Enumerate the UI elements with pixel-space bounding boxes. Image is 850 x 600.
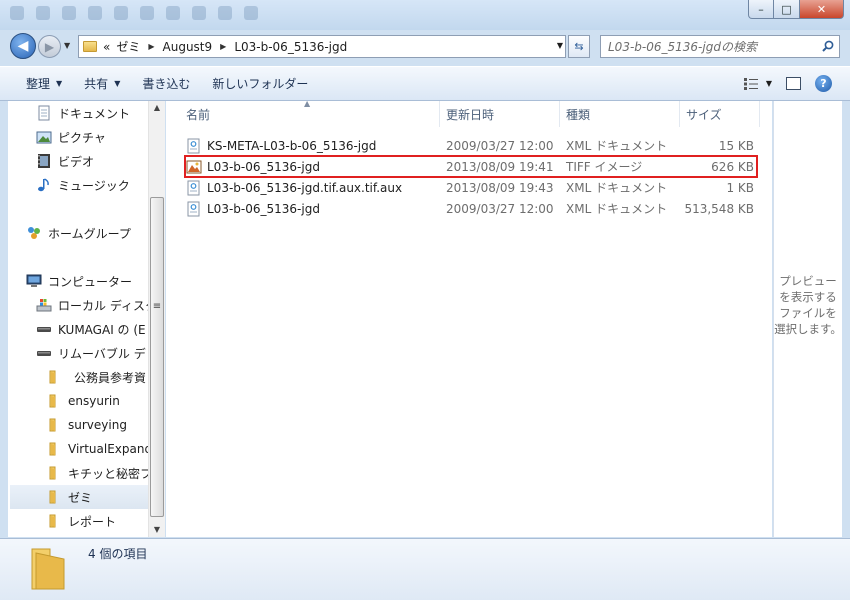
- address-bar[interactable]: « ゼミ ▶ August9 ▶ L03-b-06_5136-jgd ▼: [78, 35, 566, 58]
- organize-button[interactable]: 整理 ▼: [14, 66, 72, 101]
- folder-icon: [49, 370, 56, 384]
- navigation-pane: ドキュメント ピクチャ ビデオ ミュージック ホームグループ コンピューター ロ…: [8, 101, 165, 537]
- close-button[interactable]: ✕: [800, 0, 844, 19]
- xml-file-icon: [187, 138, 200, 153]
- chevron-down-icon: ▼: [114, 79, 121, 88]
- search-icon[interactable]: [822, 40, 834, 52]
- sidebar-item-removable-drive[interactable]: リムーバブル デ: [36, 341, 164, 365]
- drive-icon: [37, 351, 51, 356]
- breadcrumb-overflow[interactable]: «: [103, 40, 110, 54]
- help-icon[interactable]: ?: [815, 75, 832, 92]
- breadcrumb-item[interactable]: L03-b-06_5136-jgd: [234, 40, 347, 54]
- folder-icon: [49, 490, 56, 504]
- xml-file-icon: [187, 201, 200, 216]
- chevron-right-icon[interactable]: ▶: [148, 42, 154, 51]
- video-icon: [38, 154, 50, 168]
- breadcrumb-item[interactable]: August9 ▶: [163, 40, 235, 54]
- folder-icon: [49, 394, 56, 408]
- back-arrow-icon: ◀: [17, 38, 29, 54]
- chevron-down-icon[interactable]: ▼: [557, 41, 563, 50]
- history-dropdown-icon[interactable]: ▼: [64, 41, 70, 50]
- file-row[interactable]: L03-b-06_5136-jgd 2009/03/27 12:00 XML ド…: [182, 198, 756, 219]
- navigation-scrollbar[interactable]: ▲ ≡ ▼: [148, 101, 165, 537]
- change-view-button[interactable]: ▼: [743, 77, 772, 90]
- column-header-date[interactable]: 更新日時: [440, 101, 560, 127]
- maximize-button[interactable]: □: [774, 0, 800, 19]
- pictures-icon: [36, 131, 52, 144]
- sidebar-item-documents[interactable]: ドキュメント: [36, 101, 164, 125]
- window-controls: – □ ✕: [748, 0, 844, 19]
- drive-icon: [37, 327, 51, 332]
- share-button[interactable]: 共有 ▼: [72, 66, 130, 101]
- chevron-down-icon: ▼: [56, 79, 63, 88]
- folder-icon: [49, 418, 56, 432]
- folder-icon: [83, 41, 97, 52]
- burn-button[interactable]: 書き込む: [130, 66, 200, 101]
- folder-icon: [31, 548, 65, 590]
- document-icon: [38, 105, 50, 121]
- forward-button[interactable]: ▶: [38, 35, 61, 58]
- chevron-right-icon[interactable]: ▶: [220, 42, 226, 51]
- homegroup-icon: [28, 227, 40, 239]
- refresh-button[interactable]: ⇆: [568, 35, 590, 58]
- column-header-type[interactable]: 種類: [560, 101, 680, 127]
- forward-arrow-icon: ▶: [44, 39, 55, 54]
- back-button[interactable]: ◀: [10, 33, 36, 59]
- folder-icon: [49, 514, 56, 528]
- details-pane: 4 個の項目: [0, 538, 850, 600]
- new-folder-button[interactable]: 新しいフォルダー: [200, 66, 318, 101]
- sidebar-item-homegroup[interactable]: ホームグループ: [26, 221, 164, 245]
- scroll-up-icon[interactable]: ▲: [149, 103, 165, 112]
- sidebar-item-local-disk[interactable]: ローカル ディスク: [36, 293, 164, 317]
- folder-icon: [49, 442, 56, 456]
- scrollbar-thumb[interactable]: [150, 197, 164, 517]
- refresh-icon: ⇆: [574, 40, 584, 53]
- title-bar: – □ ✕: [0, 0, 850, 30]
- music-icon: [38, 178, 49, 192]
- blurred-toolbar-icons: [10, 6, 258, 20]
- file-row[interactable]: L03-b-06_5136-jgd 2013/08/09 19:41 TIFF …: [182, 156, 756, 177]
- local-disk-icon: [36, 299, 52, 312]
- sidebar-item-computer[interactable]: コンピューター: [26, 269, 164, 293]
- sidebar-item-music[interactable]: ミュージック: [36, 173, 164, 197]
- scroll-grip-icon: ≡: [152, 301, 162, 312]
- chevron-down-icon: ▼: [765, 79, 772, 88]
- folder-icon: [49, 466, 56, 480]
- sidebar-item-pictures[interactable]: ピクチャ: [36, 125, 164, 149]
- minimize-button[interactable]: –: [748, 0, 774, 19]
- file-list: ▲ 名前 更新日時 種類 サイズ KS-META-L03-b-06_5136-j…: [166, 99, 772, 537]
- scroll-down-icon[interactable]: ▼: [149, 525, 165, 534]
- sidebar-item-zemi[interactable]: ゼミ: [10, 485, 150, 509]
- search-input[interactable]: L03-b-06_5136-jgdの検索: [600, 35, 840, 58]
- xml-file-icon: [187, 180, 200, 195]
- tiff-file-icon: [186, 160, 202, 173]
- item-count: 4 個の項目: [88, 547, 148, 561]
- breadcrumb-item[interactable]: ゼミ ▶: [116, 38, 162, 55]
- command-bar: 整理 ▼ 共有 ▼ 書き込む 新しいフォルダー ▼ ?: [0, 66, 850, 101]
- search-placeholder: L03-b-06_5136-jgdの検索: [608, 40, 757, 54]
- column-header-name[interactable]: 名前: [180, 101, 440, 127]
- view-controls: ▼ ?: [743, 75, 832, 92]
- view-icon: [743, 77, 758, 90]
- sidebar-item-videos[interactable]: ビデオ: [36, 149, 164, 173]
- file-row[interactable]: L03-b-06_5136-jgd.tif.aux.tif.aux 2013/0…: [182, 177, 756, 198]
- preview-pane: プレビューを表示するファイルを選択します。: [773, 101, 842, 537]
- preview-message: プレビューを表示するファイルを選択します。: [774, 274, 842, 336]
- column-header-size[interactable]: サイズ: [680, 101, 760, 127]
- file-row[interactable]: KS-META-L03-b-06_5136-jgd 2009/03/27 12:…: [182, 135, 756, 156]
- computer-icon: [26, 274, 42, 287]
- preview-pane-icon[interactable]: [786, 77, 801, 90]
- address-row: ◀ ▶ ▼ « ゼミ ▶ August9 ▶ L03-b-06_5136-jgd ▼…: [0, 30, 850, 62]
- sidebar-item-drive-e[interactable]: KUMAGAI の (E: [36, 317, 164, 341]
